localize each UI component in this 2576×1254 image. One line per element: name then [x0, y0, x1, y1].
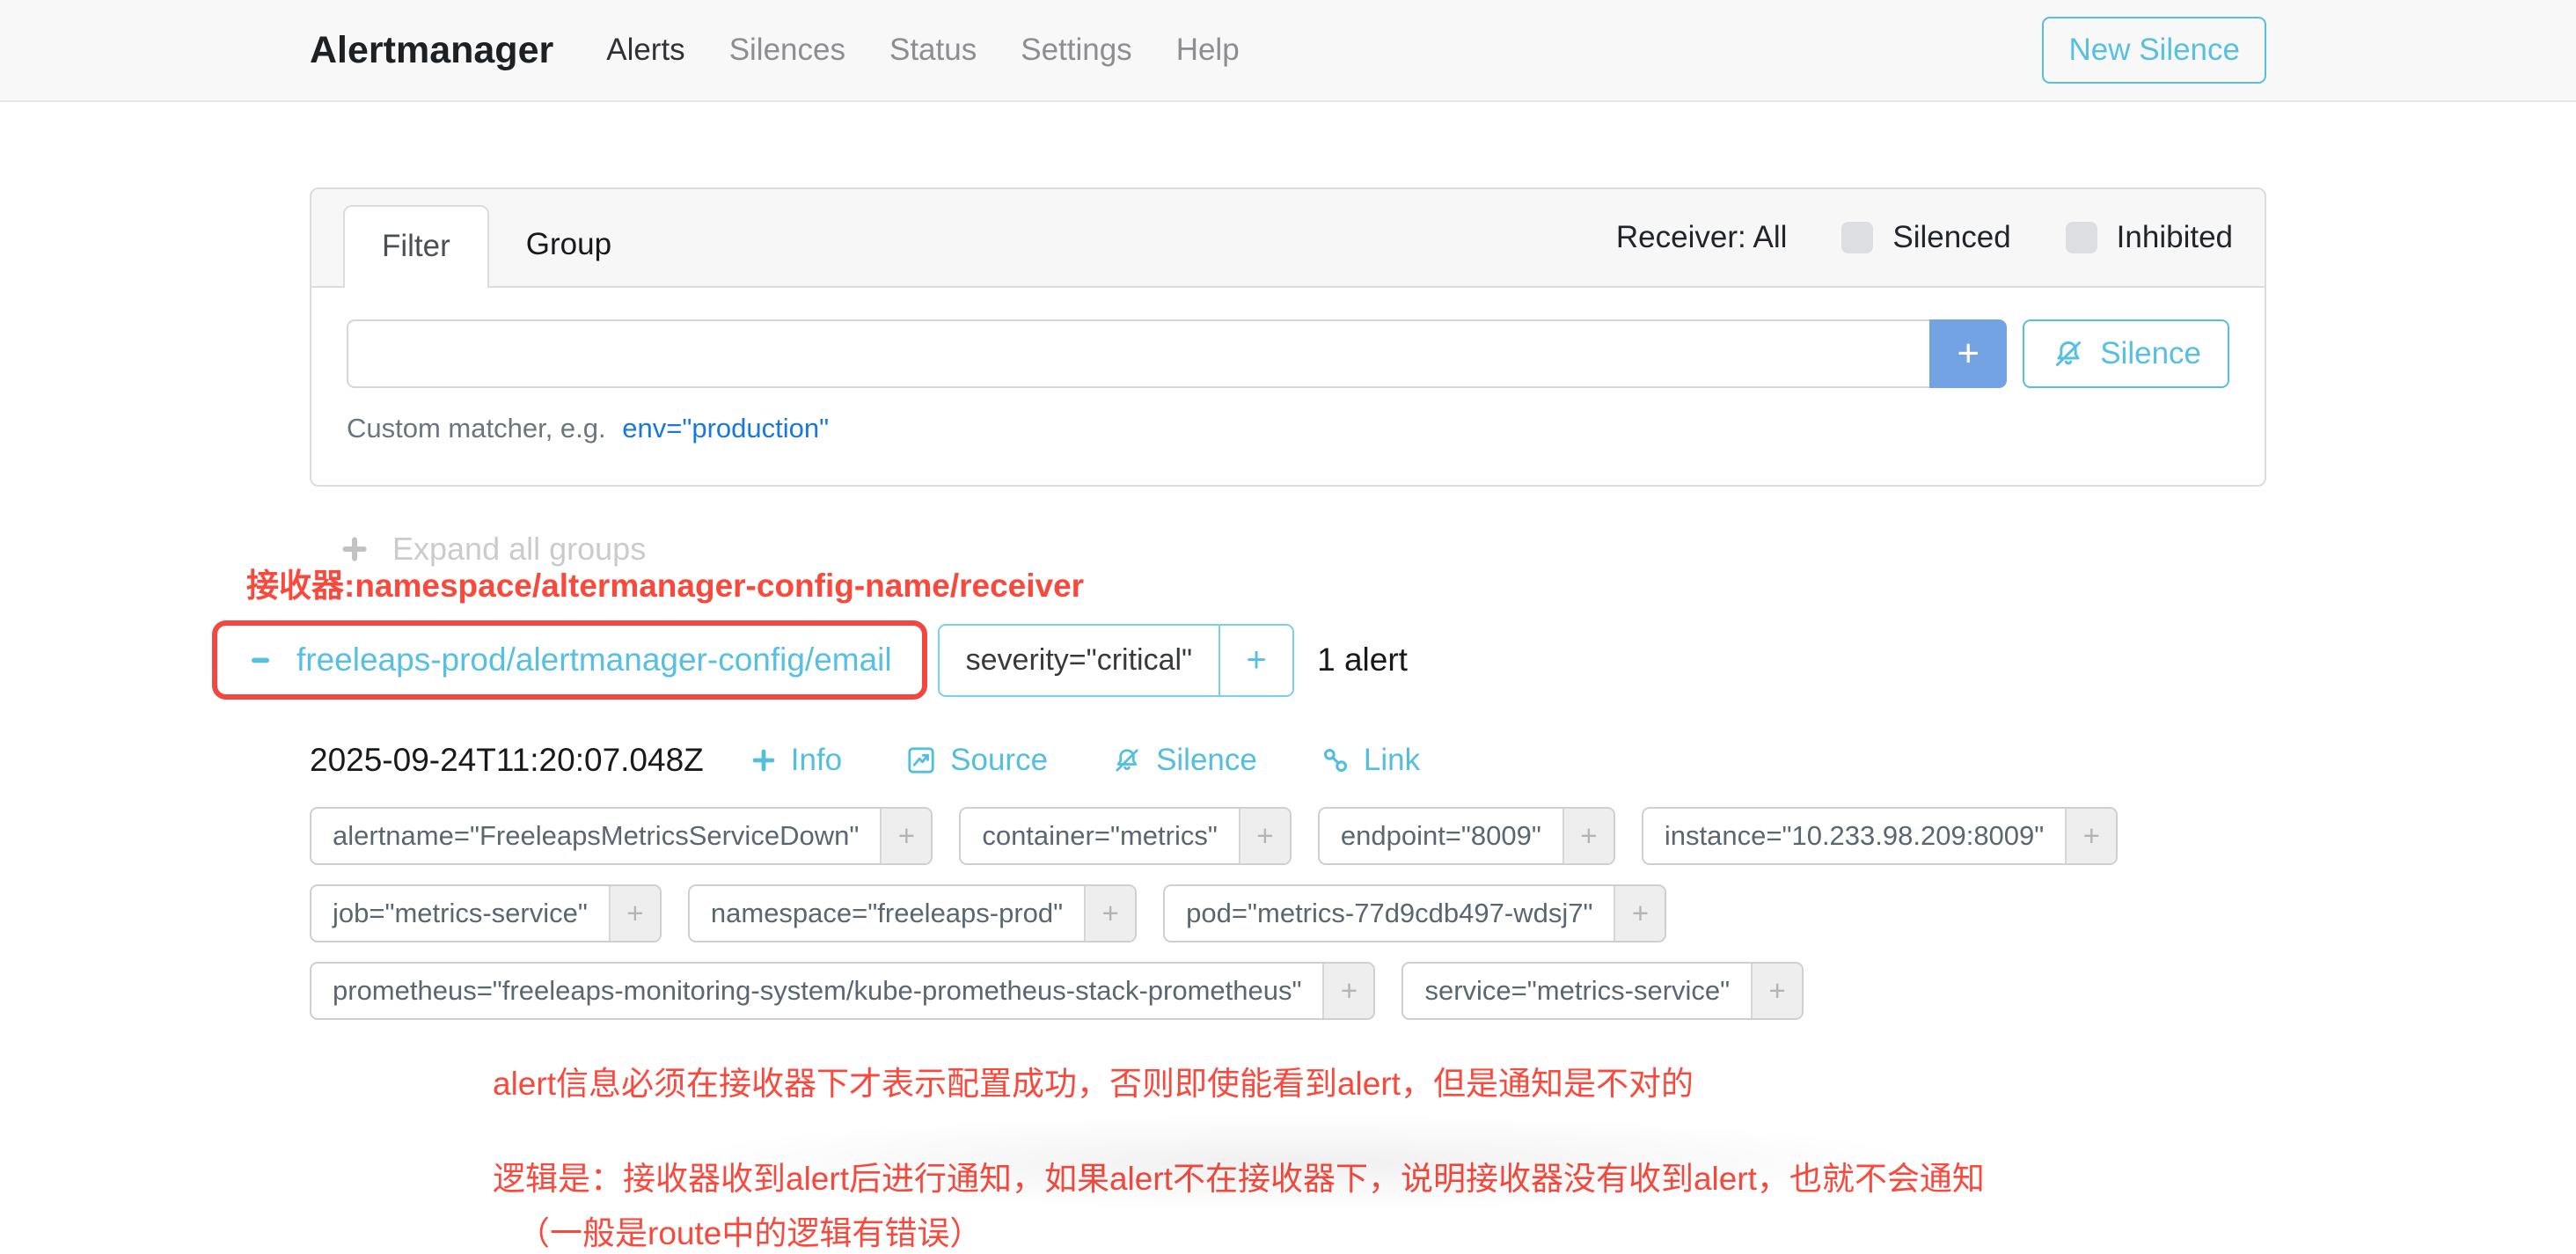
nav-item-status[interactable]: Status	[889, 33, 977, 68]
receiver-filter-toggle[interactable]: Receiver: All	[1616, 220, 1788, 255]
receiver-group-name: freeleaps-prod/alertmanager-config/email	[296, 642, 892, 678]
link-icon	[1321, 745, 1350, 775]
alert-timestamp: 2025-09-24T11:20:07.048Z	[310, 742, 704, 779]
label-tag-text: instance="10.233.98.209:8009"	[1643, 809, 2065, 863]
label-tag-text: prometheus="freeleaps-monitoring-system/…	[311, 964, 1322, 1018]
receiver-group-collapse-button[interactable]: freeleaps-prod/alertmanager-config/email	[226, 631, 913, 689]
nav-item-alerts[interactable]: Alerts	[606, 33, 684, 68]
alert-labels: alertname="FreeleapsMetricsServiceDown" …	[310, 807, 2266, 1020]
custom-matcher-hint: Custom matcher, e.g. env="production"	[347, 413, 2229, 444]
group-matcher-add-button[interactable]: +	[1218, 626, 1292, 695]
label-tag: service="metrics-service" +	[1401, 962, 1804, 1020]
inhibited-checkbox[interactable]	[2066, 222, 2097, 253]
filter-panel-header: Filter Group Receiver: All Silenced Inhi…	[311, 189, 2265, 288]
alert-count: 1 alert	[1317, 642, 1408, 678]
label-tag-text: container="metrics"	[961, 809, 1239, 863]
annotation-notes: alert信息必须在接收器下才表示配置成功，否则即使能看到alert，但是通知是…	[493, 1057, 2266, 1254]
matcher-input[interactable]	[347, 319, 1929, 388]
filter-header-right: Receiver: All Silenced Inhibited	[1616, 220, 2233, 255]
plus-icon	[750, 746, 778, 774]
label-tag: pod="metrics-77d9cdb497-wdsj7" +	[1163, 884, 1666, 942]
tab-group[interactable]: Group	[489, 205, 648, 288]
label-tag: alertname="FreeleapsMetricsServiceDown" …	[310, 807, 933, 865]
label-tag-add-button[interactable]: +	[1322, 964, 1373, 1018]
filter-panel: Filter Group Receiver: All Silenced Inhi…	[310, 187, 2266, 487]
silenced-checkbox-label: Silenced	[1892, 220, 2010, 255]
nav-item-silences[interactable]: Silences	[729, 33, 845, 68]
silenced-checkbox[interactable]	[1841, 222, 1873, 253]
matcher-example-link[interactable]: env="production"	[622, 413, 829, 444]
minus-icon	[247, 647, 274, 673]
label-tag-add-button[interactable]: +	[609, 886, 660, 941]
group-matcher-chip: severity="critical" +	[938, 624, 1294, 697]
label-tag-add-button[interactable]: +	[1614, 886, 1665, 941]
bell-slash-icon	[1111, 744, 1143, 776]
tab-filter[interactable]: Filter	[343, 205, 489, 288]
receiver-group-row: freeleaps-prod/alertmanager-config/email…	[212, 620, 2266, 700]
label-tag-add-button[interactable]: +	[2065, 809, 2116, 863]
group-matcher-label[interactable]: severity="critical"	[940, 626, 1218, 695]
label-tag-text: job="metrics-service"	[311, 886, 609, 941]
add-matcher-button[interactable]: +	[1929, 319, 2007, 388]
annotation-logic-note: 逻辑是：接收器收到alert后进行通知，如果alert不在接收器下，说明接收器没…	[493, 1152, 2266, 1199]
label-tag: prometheus="freeleaps-monitoring-system/…	[310, 962, 1375, 1020]
label-tag-add-button[interactable]: +	[1751, 964, 1802, 1018]
hint-text: Custom matcher, e.g.	[347, 413, 606, 444]
annotation-alert-note: alert信息必须在接收器下才表示配置成功，否则即使能看到alert，但是通知是…	[493, 1057, 2266, 1104]
filter-panel-body: + Silence Custom matcher, e.g. env="prod…	[311, 288, 2265, 485]
annotation-receiver-note: 接收器:namespace/altermanager-config-name/r…	[246, 559, 2266, 606]
nav-item-help[interactable]: Help	[1176, 33, 1240, 68]
label-tag: job="metrics-service" +	[310, 884, 662, 942]
red-annotation-box: freeleaps-prod/alertmanager-config/email	[212, 620, 927, 700]
label-tag-text: pod="metrics-77d9cdb497-wdsj7"	[1165, 886, 1614, 941]
label-tag: instance="10.233.98.209:8009" +	[1642, 807, 2118, 865]
alert-link-label: Link	[1364, 743, 1420, 778]
alert-block: 2025-09-24T11:20:07.048Z Info	[310, 742, 2266, 1020]
alert-source-label: Source	[950, 743, 1048, 778]
alert-silence-link[interactable]: Silence	[1111, 743, 1257, 778]
label-tag-text: endpoint="8009"	[1320, 809, 1562, 863]
filter-tabs: Filter Group	[343, 205, 648, 288]
label-tag-text: alertname="FreeleapsMetricsServiceDown"	[311, 809, 880, 863]
navbar: Alertmanager Alerts Silences Status Sett…	[0, 0, 2576, 102]
alert-info-label: Info	[791, 743, 842, 778]
nav-item-settings[interactable]: Settings	[1021, 33, 1131, 68]
silence-button-label: Silence	[2100, 336, 2201, 371]
alert-source-link[interactable]: Source	[905, 743, 1048, 778]
new-silence-button[interactable]: New Silence	[2042, 17, 2266, 84]
alert-permalink[interactable]: Link	[1321, 743, 1420, 778]
label-tag-add-button[interactable]: +	[1239, 809, 1290, 863]
label-tag: container="metrics" +	[959, 807, 1292, 865]
alert-silence-label: Silence	[1156, 743, 1257, 778]
inhibited-checkbox-label: Inhibited	[2117, 220, 2233, 255]
alert-info-link[interactable]: Info	[750, 743, 842, 778]
chart-icon	[905, 744, 937, 776]
silence-button[interactable]: Silence	[2023, 319, 2229, 388]
label-tag-add-button[interactable]: +	[880, 809, 931, 863]
label-tag-text: service="metrics-service"	[1403, 964, 1751, 1018]
inhibited-checkbox-group[interactable]: Inhibited	[2066, 220, 2233, 255]
label-tag: namespace="freeleaps-prod" +	[688, 884, 1137, 942]
label-tag: endpoint="8009" +	[1318, 807, 1615, 865]
label-tag-add-button[interactable]: +	[1084, 886, 1135, 941]
annotation-logic-note-2: （一般是route中的逻辑有错误）	[517, 1206, 2266, 1254]
alert-meta-row: 2025-09-24T11:20:07.048Z Info	[310, 742, 2266, 779]
label-tag-add-button[interactable]: +	[1562, 809, 1614, 863]
silenced-checkbox-group[interactable]: Silenced	[1841, 220, 2010, 255]
matcher-row: + Silence	[347, 319, 2229, 388]
bell-slash-icon	[2051, 336, 2086, 371]
label-tag-text: namespace="freeleaps-prod"	[690, 886, 1084, 941]
app-brand[interactable]: Alertmanager	[310, 29, 553, 72]
page-content: Filter Group Receiver: All Silenced Inhi…	[310, 187, 2266, 1254]
